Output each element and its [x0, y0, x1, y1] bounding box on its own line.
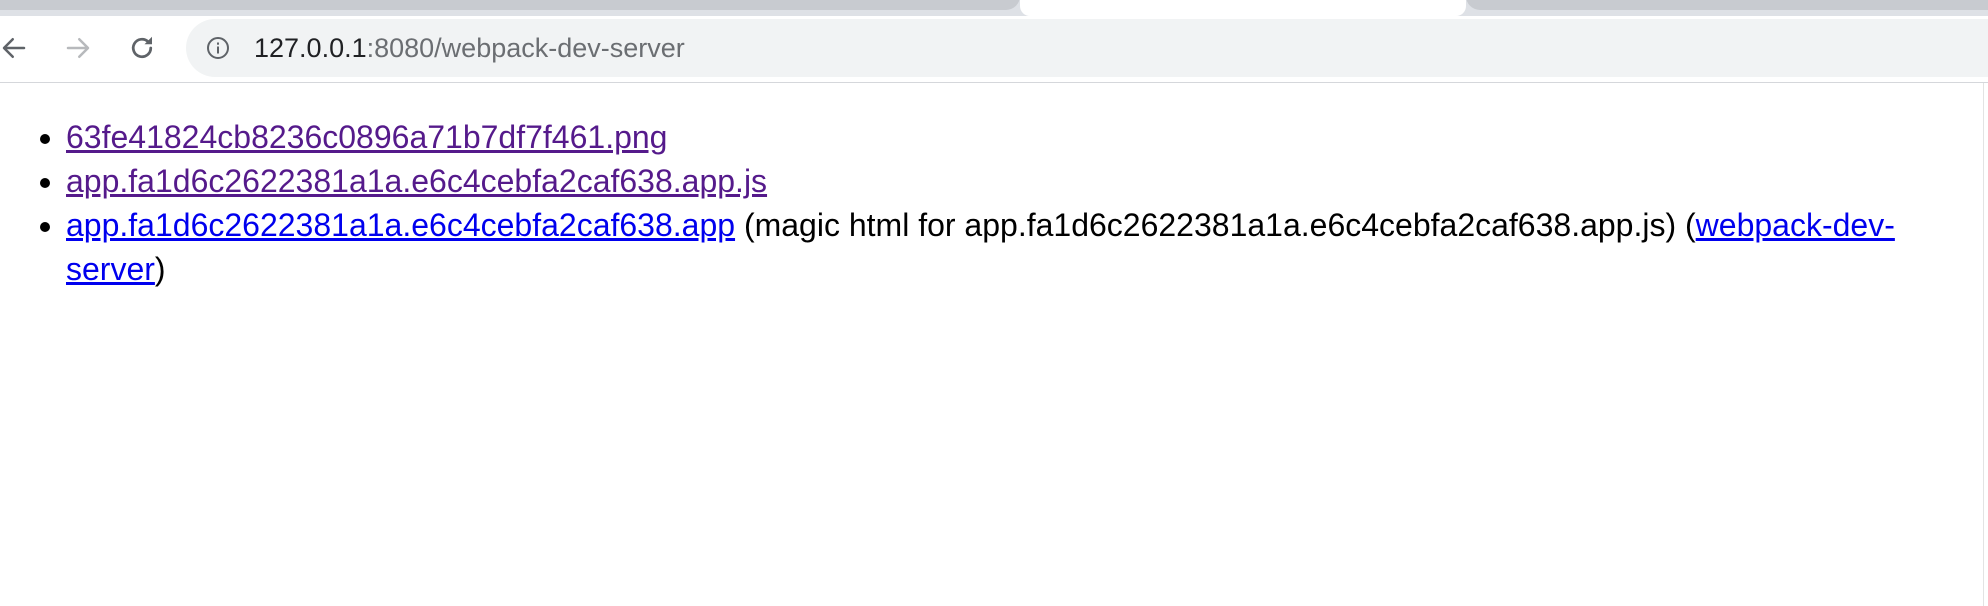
magic-html-note: (magic html for app.fa1d6c2622381a1a.e6c…	[735, 207, 1696, 243]
file-list: 63fe41824cb8236c0896a71b7df7f461.png app…	[66, 115, 1946, 291]
page-scrollbar-edge	[1983, 83, 1984, 606]
list-item: 63fe41824cb8236c0896a71b7df7f461.png	[66, 115, 1946, 159]
url-path: :8080/webpack-dev-server	[366, 33, 685, 63]
arrow-left-icon	[2, 38, 26, 58]
file-link[interactable]: app.fa1d6c2622381a1a.e6c4cebfa2caf638.ap…	[66, 163, 767, 199]
back-button[interactable]	[0, 28, 34, 68]
tab-inactive-left[interactable]	[0, 0, 1020, 10]
browser-toolbar: 127.0.0.1:8080/webpack-dev-server	[0, 16, 1988, 83]
list-item: app.fa1d6c2622381a1a.e6c4cebfa2caf638.ap…	[66, 159, 1946, 203]
arrow-right-icon	[66, 38, 90, 58]
forward-button[interactable]	[58, 28, 98, 68]
tab-strip	[0, 0, 1988, 16]
reload-button[interactable]	[122, 28, 162, 68]
tab-active[interactable]	[1020, 0, 1466, 16]
file-link[interactable]: app.fa1d6c2622381a1a.e6c4cebfa2caf638.ap…	[66, 207, 735, 243]
page-content: 63fe41824cb8236c0896a71b7df7f461.png app…	[0, 83, 1982, 606]
url-host: 127.0.0.1	[254, 33, 367, 63]
closing-paren: )	[154, 251, 166, 287]
reload-icon	[131, 36, 153, 59]
tab-inactive-right[interactable]	[1466, 0, 1988, 10]
file-link[interactable]: 63fe41824cb8236c0896a71b7df7f461.png	[66, 119, 667, 155]
info-icon[interactable]	[206, 36, 230, 60]
url-text[interactable]: 127.0.0.1:8080/webpack-dev-server	[254, 33, 685, 63]
list-item: app.fa1d6c2622381a1a.e6c4cebfa2caf638.ap…	[66, 203, 1946, 291]
address-bar[interactable]: 127.0.0.1:8080/webpack-dev-server	[186, 19, 1988, 77]
